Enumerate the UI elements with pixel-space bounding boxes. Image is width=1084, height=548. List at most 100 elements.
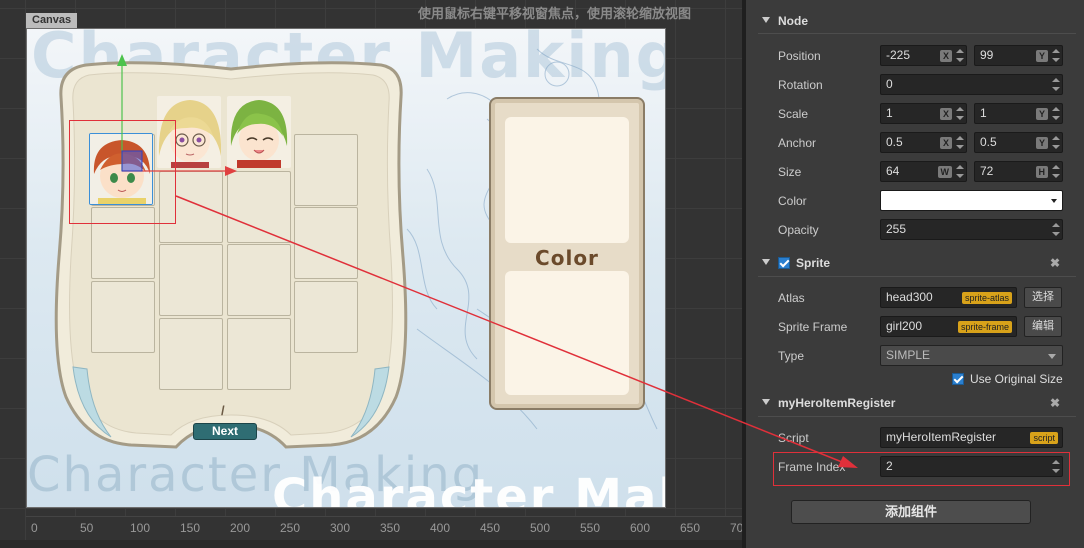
position-label: Position [778,49,821,63]
character-slot[interactable] [159,318,223,390]
rotation-label: Rotation [778,78,823,92]
character-slot[interactable] [294,134,358,206]
script-section-title: myHeroItemRegister [778,396,896,410]
ruler-tick: 0 [31,521,38,535]
inspector-panel: Node Position -225 X 99 Y Rotation 0 Scale… [746,0,1084,548]
anchor-label: Anchor [778,136,817,150]
character-slot[interactable] [227,171,291,243]
anchor-y-field[interactable]: 0.5 Y [974,132,1063,153]
rotation-value: 0 [886,77,893,91]
ruler-tick: 70 [730,521,742,535]
rotation-field[interactable]: 0 [880,74,1063,95]
stepper-icon[interactable] [1051,134,1061,151]
size-label: Size [778,165,802,179]
color-label: Color [535,246,599,270]
collapse-arrow-icon[interactable] [762,259,770,265]
sprite-frame-field[interactable]: girl200 sprite-frame [880,316,1017,337]
type-select[interactable]: SIMPLE [880,345,1063,366]
x-axis-tag: X [939,137,952,149]
ruler-tick: 650 [680,521,701,535]
asset-type-tag: sprite-atlas [961,292,1012,304]
sprite-frame-value: girl200 [886,319,923,333]
atlas-field[interactable]: head300 sprite-atlas [880,287,1017,308]
use-original-size-row[interactable]: Use Original Size [952,372,1063,386]
stepper-icon[interactable] [1051,105,1061,122]
selection-highlight-box [69,120,176,224]
h-axis-tag: H [1035,166,1048,178]
scale-y-value: 1 [980,106,987,120]
ruler-tick: 200 [230,521,251,535]
script-section-header[interactable]: myHeroItemRegister ✖ [746,392,1084,414]
stepper-icon[interactable] [1051,47,1061,64]
collapse-arrow-icon[interactable] [762,17,770,23]
size-h-value: 72 [980,164,994,178]
sprite-frame-label: Sprite Frame [778,320,848,334]
stepper-icon[interactable] [955,134,965,151]
remove-component-icon[interactable]: ✖ [1050,392,1060,414]
ruler-tick: 100 [130,521,151,535]
script-value: myHeroItemRegister [886,430,997,444]
opacity-field[interactable]: 255 [880,219,1063,240]
color-panel: Color [489,97,645,410]
y-axis-tag: Y [1035,137,1048,149]
stepper-icon[interactable] [1051,221,1061,238]
atlas-value: head300 [886,290,933,304]
stepper-icon[interactable] [955,47,965,64]
use-original-size-checkbox[interactable] [952,373,964,385]
position-y-value: 99 [980,48,994,62]
character-slot[interactable] [294,281,358,353]
stepper-icon[interactable] [1051,163,1061,180]
character-slot[interactable] [91,281,155,353]
character-slot[interactable] [294,207,358,279]
asset-type-tag: script [1030,432,1058,444]
stepper-icon[interactable] [955,105,965,122]
color-picker[interactable] [880,190,1063,211]
position-y-field[interactable]: 99 Y [974,45,1063,66]
color-card-bottom[interactable] [505,271,629,395]
opacity-label: Opacity [778,223,819,237]
ruler-tick: 550 [580,521,601,535]
size-w-field[interactable]: 64 W [880,161,967,182]
x-axis-tag: X [939,50,952,62]
script-label: Script [778,431,809,445]
character-slot[interactable] [227,318,291,390]
atlas-label: Atlas [778,291,805,305]
sprite-enabled-checkbox[interactable] [778,257,790,269]
x-axis-tag: X [939,108,952,120]
atlas-select-button[interactable]: 选择 [1024,287,1062,308]
sprite-section-header[interactable]: Sprite ✖ [746,252,1084,274]
game-canvas[interactable]: Character Making Character Making Charac… [26,28,666,508]
asset-type-tag: sprite-frame [957,321,1012,333]
next-button[interactable]: Next [193,423,257,440]
ruler-tick: 250 [280,521,301,535]
type-label: Type [778,349,805,363]
collapse-arrow-icon[interactable] [762,399,770,405]
ruler-tick: 150 [180,521,201,535]
divider [758,416,1076,417]
anchor-x-field[interactable]: 0.5 X [880,132,967,153]
remove-component-icon[interactable]: ✖ [1050,252,1060,274]
color-label: Color [778,194,807,208]
add-component-button[interactable]: 添加组件 [791,500,1031,524]
divider [758,33,1076,34]
position-x-field[interactable]: -225 X [880,45,967,66]
character-slot[interactable] [227,244,291,316]
character-slot[interactable] [159,244,223,316]
stepper-icon[interactable] [1051,76,1061,93]
horizontal-ruler: 0 50 100 150 200 250 300 350 400 450 500… [26,516,742,540]
sprite-frame-edit-button[interactable]: 编辑 [1024,316,1062,337]
w-axis-tag: W [937,166,952,178]
scene-bottom-bar [0,540,742,548]
scale-x-field[interactable]: 1X [880,103,967,124]
ruler-tick: 450 [480,521,501,535]
node-section-header[interactable]: Node [746,10,1084,32]
size-h-field[interactable]: 72 H [974,161,1063,182]
color-card-top[interactable] [505,117,629,243]
page-indicator: / [221,403,225,418]
script-field[interactable]: myHeroItemRegister script [880,427,1063,448]
stepper-icon[interactable] [955,163,965,180]
scale-x-value: 1 [886,106,893,120]
scale-y-field[interactable]: 1Y [974,103,1063,124]
scene-view[interactable]: 使用鼠标右键平移视窗焦点，使用滚轮缩放视图 Canvas Character M… [0,0,742,548]
scene-hint-text: 使用鼠标右键平移视窗焦点，使用滚轮缩放视图 [418,6,692,21]
